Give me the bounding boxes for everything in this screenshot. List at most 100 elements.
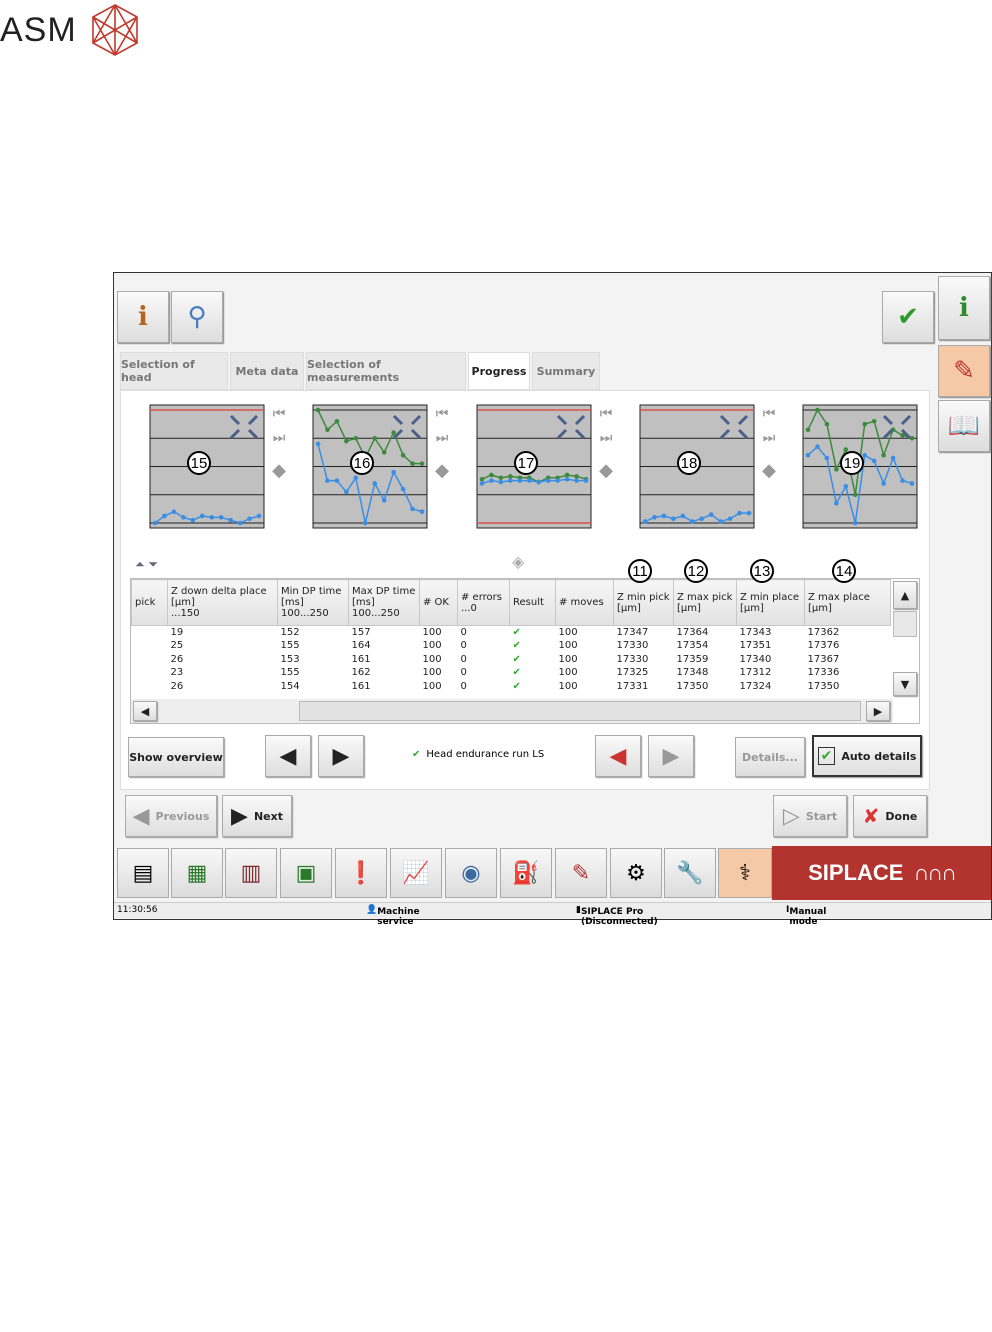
progress-chart-17[interactable]: 17 <box>457 400 597 550</box>
table-row[interactable]: 25 155 164 100 0 ✔ 100 17330 17354 17351 17376 <box>132 639 891 653</box>
confirm-button[interactable]: ✔ <box>882 291 934 343</box>
taskbar-feeders-button[interactable]: ▦ <box>171 848 223 898</box>
first-icon[interactable]: ⏮ <box>271 406 287 422</box>
data-point <box>727 516 733 522</box>
previous-head-button[interactable]: ◀ <box>265 735 311 777</box>
vertical-scrollbar-thumb[interactable] <box>893 611 917 637</box>
done-button[interactable]: ✘ Done <box>853 795 927 837</box>
table-cell <box>132 626 168 640</box>
scroll-up-button[interactable]: ▲ <box>893 581 917 609</box>
previous-measurement-button[interactable]: ◀ <box>595 735 641 777</box>
data-point <box>237 520 243 526</box>
splitter-handle-icon[interactable]: ◈ <box>512 552 524 571</box>
chart-navigation[interactable]: ⏮ ⏭ ◆ <box>434 406 450 481</box>
next-button[interactable]: ▶ Next <box>222 795 292 837</box>
column-header[interactable]: # moves <box>555 579 614 626</box>
data-point <box>162 513 167 519</box>
tab-progress[interactable]: Progress <box>468 352 530 390</box>
last-icon[interactable]: ⏭ <box>434 430 450 446</box>
help-button[interactable]: i <box>938 276 990 340</box>
tools-button[interactable]: ✎ <box>938 345 990 397</box>
move-handle-icon[interactable]: ◆ <box>434 460 450 481</box>
data-point <box>498 475 504 481</box>
taskbar-manual-gear-button[interactable]: ⚙ <box>610 848 662 898</box>
move-handle-icon[interactable]: ◆ <box>598 460 614 481</box>
table-row[interactable]: 26 153 161 100 0 ✔ 100 17330 17359 17340 17367 <box>132 653 891 667</box>
taskbar-screwdriver-button[interactable]: ✎ <box>555 848 607 898</box>
search-button[interactable]: ⚲ <box>171 291 223 343</box>
callout-badge: 16 <box>350 451 374 475</box>
show-overview-button[interactable]: Show overview <box>128 737 224 777</box>
move-handle-icon[interactable]: ◆ <box>761 460 777 481</box>
progress-chart-18[interactable]: 18 <box>620 400 760 550</box>
last-icon[interactable]: ⏭ <box>761 430 777 446</box>
chart-navigation[interactable]: ⏮ ⏭ ◆ <box>271 406 287 481</box>
header-line: Z down delta place <box>171 586 267 597</box>
column-header[interactable]: Z down delta place [µm] ...150 <box>167 579 278 626</box>
auto-details-toggle[interactable]: ✔ Auto details <box>812 735 922 777</box>
first-icon[interactable]: ⏮ <box>761 406 777 422</box>
progress-chart-16[interactable]: 16 <box>293 400 433 550</box>
result-check-icon: ✔ <box>512 640 521 652</box>
column-header[interactable]: Max DP time [ms] 100...250 <box>348 579 420 626</box>
info-icon: i <box>959 293 969 323</box>
scroll-left-button[interactable]: ◀ <box>133 701 157 721</box>
column-header[interactable]: Min DP time [ms] 100...250 <box>277 579 349 626</box>
collapse-arrows-icon[interactable]: ⏶ ⏷ <box>135 557 158 572</box>
taskbar-statistics-button[interactable]: 📈 <box>390 848 442 898</box>
column-header[interactable]: Z max pick [µm] <box>673 579 737 626</box>
last-icon[interactable]: ⏭ <box>271 430 287 446</box>
progress-chart-19[interactable]: 19 <box>783 400 923 550</box>
column-header[interactable]: pick <box>131 579 168 626</box>
table-row[interactable]: 23 155 162 100 0 ✔ 100 17325 17348 17312 17336 <box>132 666 891 680</box>
info-button[interactable]: i <box>117 291 169 343</box>
scroll-right-button[interactable]: ▶ <box>866 701 890 721</box>
previous-button[interactable]: ◀ Previous <box>125 795 217 837</box>
horizontal-scrollbar-thumb[interactable] <box>299 701 861 721</box>
column-header[interactable]: Z max place [µm] <box>804 579 891 626</box>
table-row[interactable]: 26 154 161 100 0 ✔ 100 17331 17350 17324 17350 <box>132 680 891 694</box>
header-line: [µm] <box>677 602 701 614</box>
data-point <box>834 467 839 472</box>
taskbar-messages-button[interactable]: ❗ <box>335 848 387 898</box>
tab-selection-of-head[interactable]: Selection of head <box>120 352 228 390</box>
horizontal-scrollbar[interactable]: ◀ ▶ <box>131 699 893 723</box>
taskbar-levels-button[interactable]: ▥ <box>225 848 277 898</box>
move-handle-icon[interactable]: ◆ <box>271 460 287 481</box>
column-header[interactable]: # errors ...0 <box>457 579 510 626</box>
next-measurement-button[interactable]: ▶ <box>648 735 694 777</box>
tab-summary[interactable]: Summary <box>532 352 600 390</box>
last-icon[interactable]: ⏭ <box>598 430 614 446</box>
details-button[interactable]: Details... <box>735 737 805 777</box>
taskbar-oil-button[interactable]: ⛽ <box>500 848 552 898</box>
column-header[interactable]: Result <box>509 579 556 626</box>
data-point <box>746 510 752 516</box>
chart-navigation[interactable]: ⏮ ⏭ ◆ <box>761 406 777 481</box>
data-point <box>699 516 705 522</box>
column-header[interactable]: Z min place [µm] <box>736 579 805 626</box>
scroll-down-button[interactable]: ▼ <box>893 672 917 696</box>
data-point <box>489 472 494 478</box>
table-row[interactable]: 19 152 157 100 0 ✔ 100 17347 17364 17343 17362 <box>132 626 891 640</box>
first-icon[interactable]: ⏮ <box>598 406 614 422</box>
chart-navigation[interactable]: ⏮ ⏭ ◆ <box>598 406 614 481</box>
taskbar-boards-button[interactable]: ▤ <box>117 848 169 898</box>
table-cell <box>132 680 168 694</box>
manual-button[interactable]: 📖 <box>938 400 990 452</box>
tab-meta-data[interactable]: Meta data <box>230 352 304 390</box>
table-cell: 0 <box>460 680 467 692</box>
progress-chart-15[interactable]: 15 <box>130 400 270 550</box>
tab-selection-of-measurements[interactable]: Selection of measurements <box>306 352 466 390</box>
taskbar-service-button[interactable]: 🔧 <box>664 848 716 898</box>
column-header[interactable]: Z min pick [µm] <box>613 579 674 626</box>
next-head-button[interactable]: ▶ <box>318 735 364 777</box>
header-line: Min DP time <box>281 586 342 597</box>
column-header[interactable]: # OK <box>419 579 458 626</box>
taskbar-diagnostics-button[interactable]: ⚕ <box>718 848 772 898</box>
start-button[interactable]: ▷ Start <box>773 795 847 837</box>
callout-badge: 17 <box>514 451 538 475</box>
taskbar-camera-button[interactable]: ◉ <box>445 848 497 898</box>
first-icon[interactable]: ⏮ <box>434 406 450 422</box>
mode-label: Manual mode <box>789 907 827 927</box>
taskbar-pcb-button[interactable]: ▣ <box>280 848 332 898</box>
